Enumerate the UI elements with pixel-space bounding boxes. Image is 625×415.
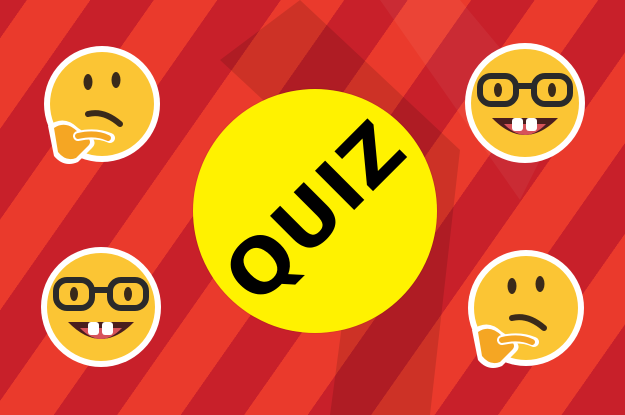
nerd-face-icon — [38, 244, 164, 370]
thinking-face-icon — [38, 44, 164, 170]
nerd-face-icon — [462, 40, 588, 166]
thinking-face-icon — [462, 248, 588, 374]
quiz-badge: QUIZ — [193, 89, 437, 333]
quiz-banner: QUIZ — [0, 0, 625, 415]
